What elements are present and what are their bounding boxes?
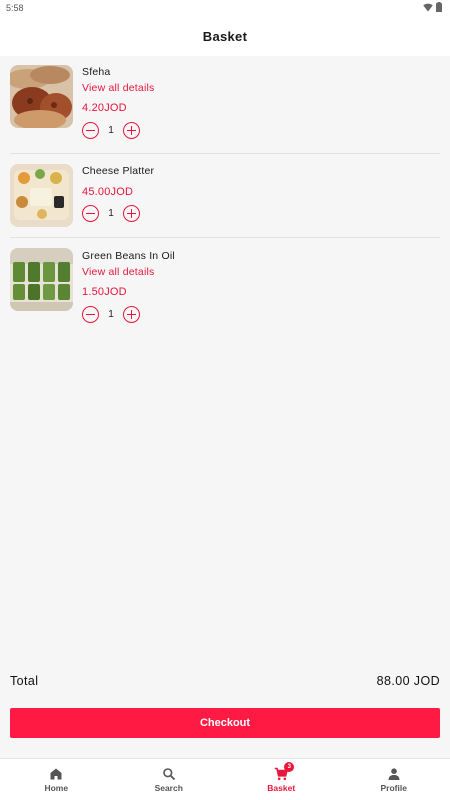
nav-label-basket: Basket [267, 782, 296, 793]
total-label: Total [10, 674, 39, 688]
nav-label-profile: Profile [380, 782, 407, 793]
quantity-value: 1 [108, 208, 114, 219]
basket-item: Green Beans In Oil View all details 1.50… [10, 238, 440, 338]
view-details-link[interactable]: View all details [82, 82, 154, 94]
item-image-green-beans[interactable] [10, 248, 73, 311]
status-icons [423, 2, 442, 12]
increase-button[interactable] [123, 122, 140, 139]
increase-button[interactable] [123, 205, 140, 222]
quantity-stepper: 1 [82, 122, 140, 139]
view-details-link[interactable]: View all details [82, 266, 154, 278]
quantity-stepper: 1 [82, 306, 140, 323]
person-icon [387, 767, 401, 781]
nav-label-home: Home [44, 782, 69, 793]
increase-button[interactable] [123, 306, 140, 323]
app-header: Basket [0, 16, 450, 56]
checkout-button[interactable]: Checkout [10, 708, 440, 738]
item-name: Sfeha [82, 66, 111, 78]
decrease-button[interactable] [82, 306, 99, 323]
status-time: 5:58 [6, 3, 24, 13]
bottom-nav: Home Search 3 Basket Profile [0, 758, 450, 800]
item-image-cheese-platter[interactable] [10, 164, 73, 227]
search-icon [162, 767, 176, 781]
status-bar: 5:58 [0, 0, 450, 16]
total-row: Total 88.00 JOD [10, 674, 440, 688]
item-price: 1.50JOD [82, 286, 127, 298]
quantity-stepper: 1 [82, 205, 140, 222]
battery-icon [436, 2, 442, 12]
item-image-sfeha[interactable] [10, 65, 73, 128]
decrease-button[interactable] [82, 205, 99, 222]
decrease-button[interactable] [82, 122, 99, 139]
wifi-icon [423, 3, 433, 11]
nav-item-basket[interactable]: 3 Basket [225, 759, 338, 800]
checkout-label: Checkout [199, 717, 251, 729]
page-title: Basket [202, 28, 248, 44]
cart-icon: 3 [274, 761, 295, 781]
item-name: Cheese Platter [82, 165, 155, 177]
item-price: 45.00JOD [82, 186, 134, 198]
cart-badge: 3 [284, 761, 295, 772]
home-icon [49, 767, 63, 781]
nav-item-profile[interactable]: Profile [338, 759, 450, 800]
basket-item: Sfeha View all details 4.20JOD 1 [10, 56, 440, 154]
basket-content[interactable]: Sfeha View all details 4.20JOD 1 Cheese … [0, 56, 450, 758]
quantity-value: 1 [108, 125, 114, 136]
total-value: 88.00 JOD [376, 674, 440, 688]
item-price: 4.20JOD [82, 102, 127, 114]
nav-label-search: Search [154, 782, 183, 793]
basket-item: Cheese Platter 45.00JOD 1 [10, 154, 440, 238]
nav-item-home[interactable]: Home [0, 759, 113, 800]
item-name: Green Beans In Oil [82, 250, 175, 262]
nav-item-search[interactable]: Search [113, 759, 226, 800]
quantity-value: 1 [108, 309, 114, 320]
